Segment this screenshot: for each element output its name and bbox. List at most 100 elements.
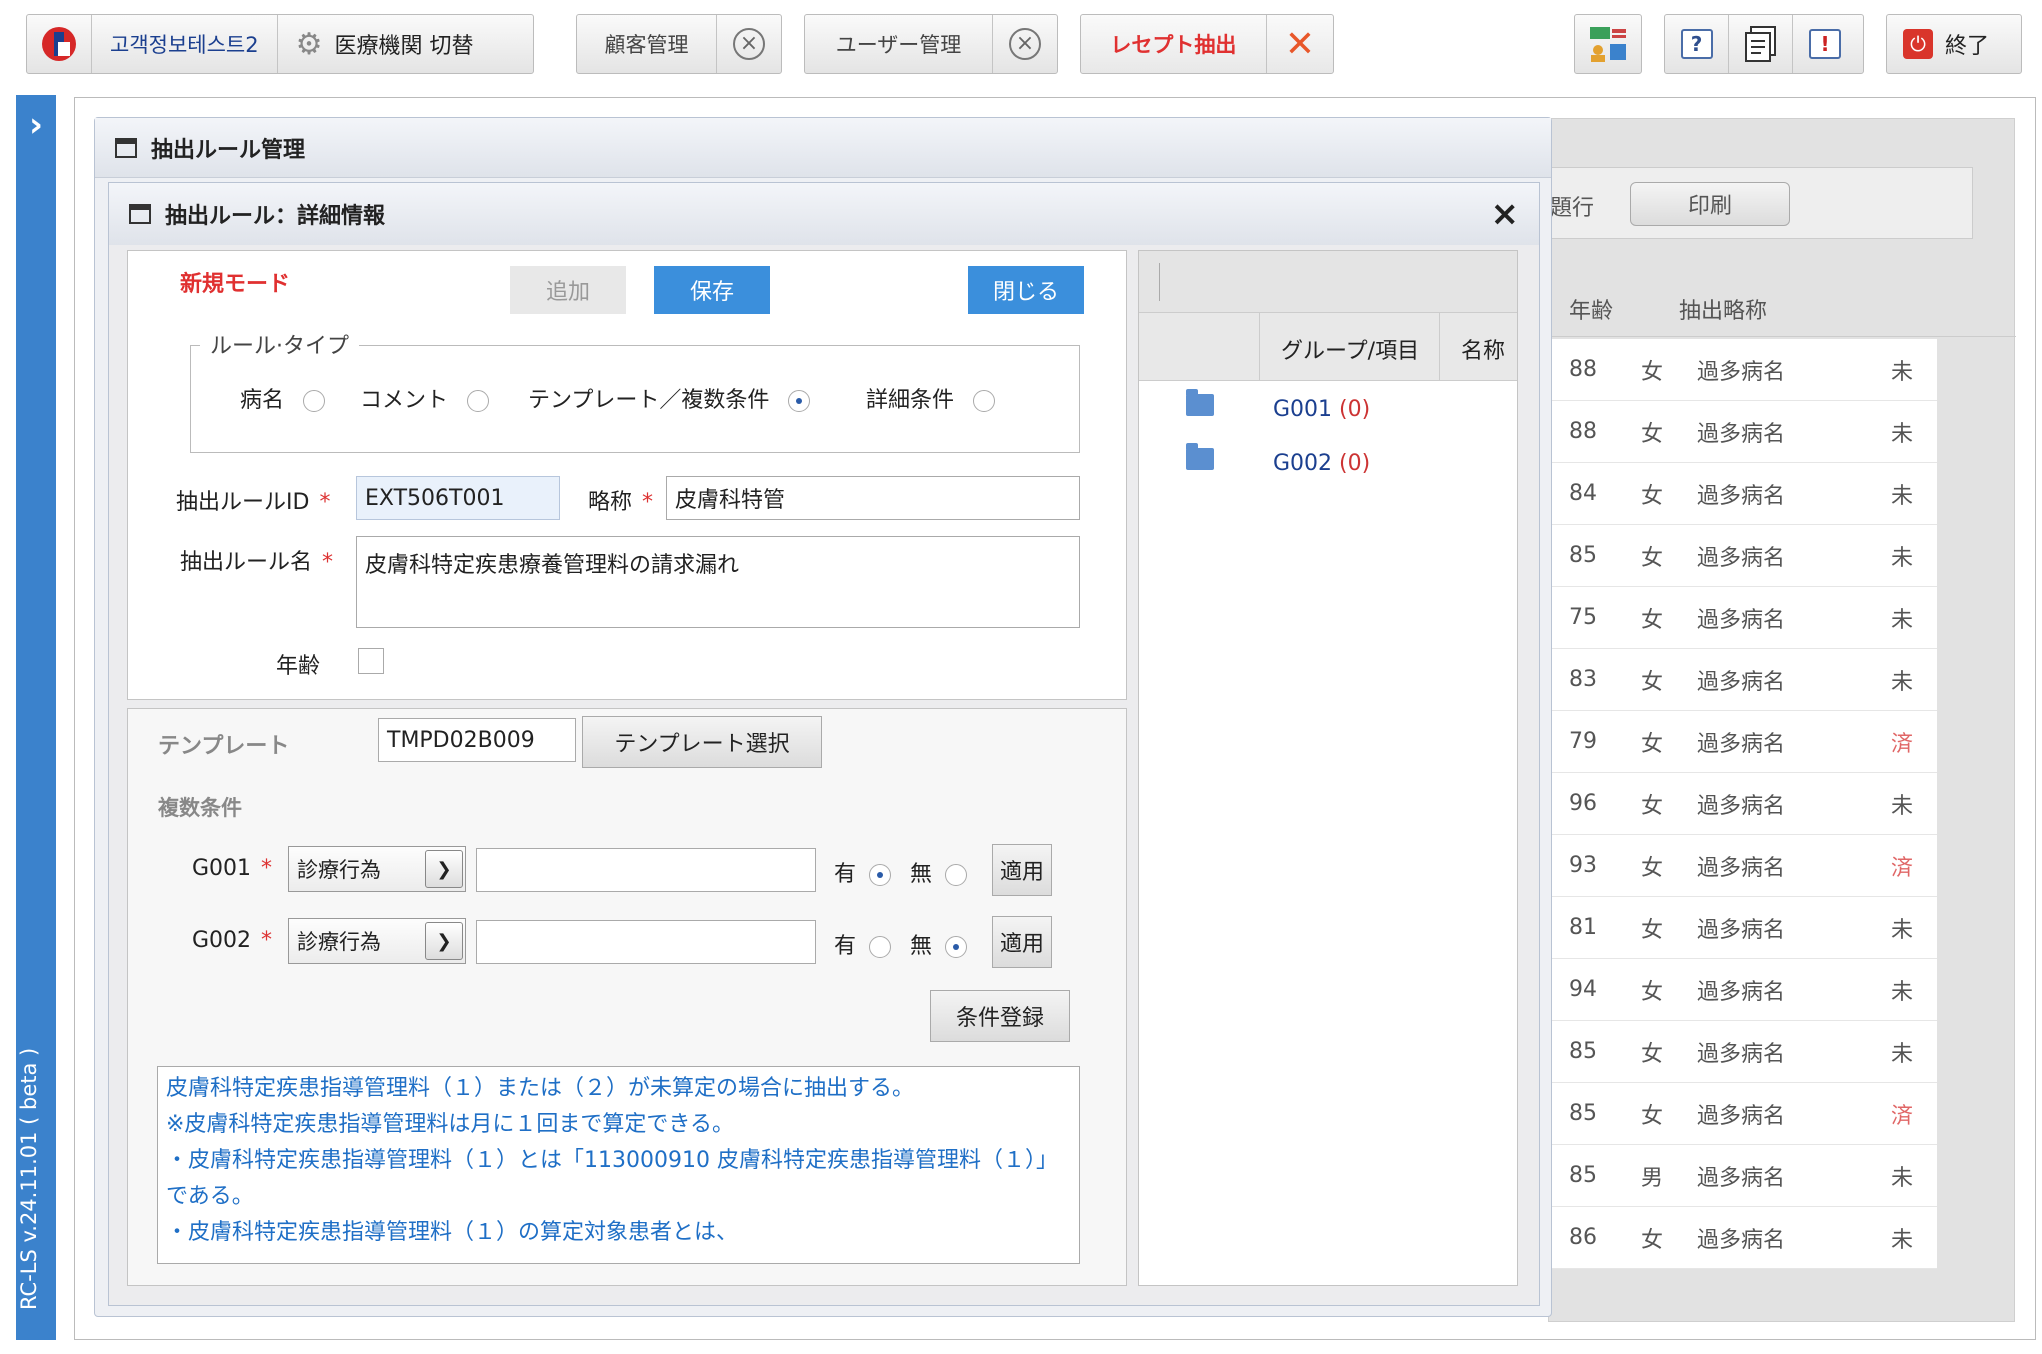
document-button[interactable] <box>1729 15 1793 73</box>
table-row[interactable]: 75 女 過多病名 未 <box>1549 587 1937 649</box>
condition-g001-type-select[interactable]: 診療行為 ❯ <box>288 846 466 892</box>
background-table-body: 88 女過多病名未 88 女過多病名未 84 女過多病名未 85 女過多病名未 75 女過多病名未… <box>1549 339 1937 1299</box>
table-row[interactable]: 84 女 過多病名 未 <box>1549 463 1937 525</box>
table-row[interactable]: 88 女 過多病名 未 <box>1549 401 1937 463</box>
tab-user[interactable]: ユーザー管理 × <box>804 14 1058 74</box>
org-name[interactable]: 고객정보테스트2 <box>92 15 278 73</box>
rule-type-template-radio[interactable] <box>788 390 811 412</box>
condition-g001-no[interactable]: 無 <box>910 856 968 888</box>
tab-customer-close[interactable]: × <box>717 15 781 73</box>
yes-radio[interactable] <box>869 936 892 958</box>
row-status: 未 <box>1891 917 1914 943</box>
condition-g001-input[interactable] <box>476 848 816 892</box>
power-icon: ⏻ <box>1903 29 1933 59</box>
switch-facility-label: 医療機関 切替 <box>334 34 474 59</box>
table-row[interactable]: 81 女 過多病名 未 <box>1549 897 1937 959</box>
required-mark: * <box>319 490 331 515</box>
sidebar-collapsed[interactable]: › RC-LS v.24.11.01 ( beta ) <box>16 95 56 1340</box>
condition-g001-yes[interactable]: 有 <box>834 856 892 888</box>
condition-g002-type-select[interactable]: 診療行為 ❯ <box>288 918 466 964</box>
row-status: 未 <box>1891 545 1914 571</box>
tab-customer[interactable]: 顧客管理 × <box>576 14 782 74</box>
row-name: 過多病名 <box>1697 359 1786 385</box>
register-condition-button[interactable]: 条件登録 <box>930 990 1070 1042</box>
row-sex: 女 <box>1641 1103 1664 1129</box>
table-row[interactable]: 83 女 過多病名 未 <box>1549 649 1937 711</box>
age-checkbox[interactable] <box>358 648 384 674</box>
condition-g002-no[interactable]: 無 <box>910 928 968 960</box>
rule-id-input[interactable]: EXT506T001 <box>356 476 560 520</box>
user-card-button[interactable] <box>1574 14 1642 74</box>
condition-g002-group: G002 <box>192 928 252 953</box>
table-row[interactable]: 96 女 過多病名 未 <box>1549 773 1937 835</box>
condition-g002-apply-button[interactable]: 適用 <box>992 916 1052 968</box>
rule-type-comment-radio[interactable] <box>467 390 490 412</box>
template-input[interactable]: TMPD02B009 <box>378 718 576 762</box>
table-row[interactable]: 85 女 過多病名 未 <box>1549 525 1937 587</box>
save-button[interactable]: 保存 <box>654 266 770 314</box>
abbr-input[interactable]: 皮膚科特管 <box>666 476 1080 520</box>
condition-g002-input[interactable] <box>476 920 816 964</box>
row-name: 過多病名 <box>1697 1103 1786 1129</box>
tab-user-label[interactable]: ユーザー管理 <box>805 15 993 73</box>
tab-customer-label[interactable]: 顧客管理 <box>577 15 717 73</box>
org-switcher[interactable]: 고객정보테스트2 ⚙ 医療機関 切替 <box>26 14 534 74</box>
row-status: 済 <box>1891 1103 1914 1129</box>
condition-g001-apply-button[interactable]: 適用 <box>992 844 1052 896</box>
no-radio[interactable] <box>945 864 968 886</box>
condition-g002-type-value: 診療行為 <box>297 930 381 954</box>
row-sex: 女 <box>1641 359 1664 385</box>
row-sex: 女 <box>1641 979 1664 1005</box>
row-age: 85 <box>1569 1039 1597 1064</box>
tab-receipt-close[interactable]: ✕ <box>1267 15 1333 73</box>
table-row[interactable]: 88 女 過多病名 未 <box>1549 339 1937 401</box>
tree-item-g001[interactable]: G001 (0) <box>1186 389 1370 422</box>
template-select-button[interactable]: テンプレート選択 <box>582 716 822 768</box>
table-row[interactable]: 86 女 過多病名 未 <box>1549 1207 1937 1269</box>
no-radio[interactable] <box>945 936 968 958</box>
rule-type-template-label: テンプレート／複数条件 <box>528 388 770 413</box>
switch-facility-button[interactable]: ⚙ 医療機関 切替 <box>278 15 492 73</box>
yes-radio[interactable] <box>869 864 892 886</box>
condition-g002-label: G002 * <box>192 928 272 953</box>
tab-user-close[interactable]: × <box>993 15 1057 73</box>
rule-type-comment[interactable]: コメント <box>360 382 490 414</box>
rule-name-textarea[interactable]: 皮膚科特定疾患療養管理料の請求漏れ <box>356 536 1080 628</box>
condition-g002-yes[interactable]: 有 <box>834 928 892 960</box>
row-name: 過多病名 <box>1697 731 1786 757</box>
app-logo <box>27 15 92 73</box>
condition-g001-label: G001 * <box>192 856 272 881</box>
rule-type-disease[interactable]: 病名 <box>240 382 326 414</box>
window-icon <box>115 137 137 158</box>
alert-button[interactable]: ! <box>1793 15 1857 73</box>
rule-type-detail-radio[interactable] <box>973 390 996 412</box>
close-button[interactable]: 閉じる <box>968 266 1084 314</box>
table-row[interactable]: 85 女 過多病名 未 <box>1549 1021 1937 1083</box>
rule-type-disease-radio[interactable] <box>303 390 326 412</box>
tab-receipt-label[interactable]: レセプト抽出 <box>1081 15 1267 73</box>
print-button[interactable]: 印刷 <box>1630 182 1790 226</box>
exit-button[interactable]: ⏻ 終了 <box>1886 14 2022 74</box>
table-row[interactable]: 79 女 過多病名 済 <box>1549 711 1937 773</box>
table-row[interactable]: 85 女 過多病名 済 <box>1549 1083 1937 1145</box>
tree-item-g002[interactable]: G002 (0) <box>1186 443 1370 476</box>
tab-receipt[interactable]: レセプト抽出 ✕ <box>1080 14 1334 74</box>
table-row[interactable]: 93 女 過多病名 済 <box>1549 835 1937 897</box>
table-row[interactable]: 85 男 過多病名 未 <box>1549 1145 1937 1207</box>
close-dialog-icon[interactable]: × <box>1491 194 1520 234</box>
multi-condition-label: 複数条件 <box>158 796 242 820</box>
rule-type-detail[interactable]: 詳細条件 <box>866 382 996 414</box>
row-age: 94 <box>1569 977 1597 1002</box>
expand-sidebar-icon[interactable]: › <box>16 105 56 145</box>
table-row[interactable]: 94 女 過多病名 未 <box>1549 959 1937 1021</box>
chevron-down-icon: ❯ <box>425 922 463 960</box>
rule-management-header: 抽出ルール管理 <box>95 118 1551 178</box>
rule-description[interactable]: 皮膚科特定疾患指導管理料（１）または（２）が未算定の場合に抽出する。 ※皮膚科特… <box>157 1066 1080 1264</box>
condition-g001-group: G001 <box>192 856 252 881</box>
row-sex: 女 <box>1641 421 1664 447</box>
row-status: 未 <box>1891 1041 1914 1067</box>
col-abbr: 抽出略称 <box>1679 299 1768 324</box>
rule-type-template[interactable]: テンプレート／複数条件 <box>528 382 811 414</box>
help-button[interactable]: ? <box>1665 15 1729 73</box>
add-button[interactable]: 追加 <box>510 266 626 314</box>
